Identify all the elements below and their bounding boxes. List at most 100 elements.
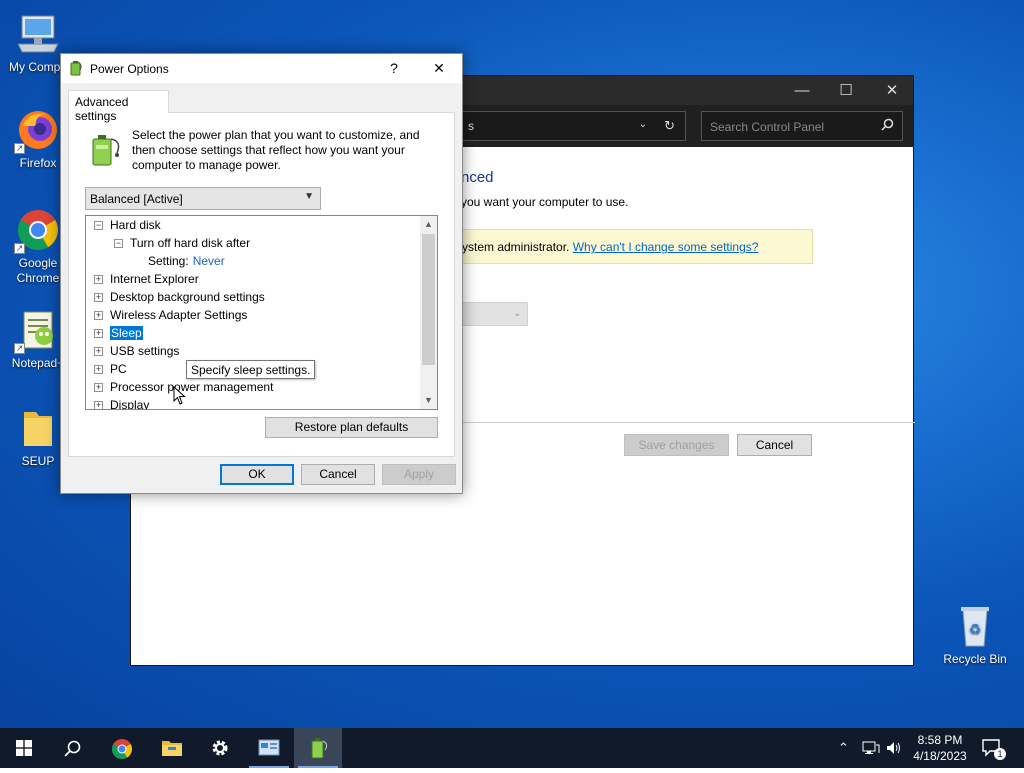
scrollbar-thumb[interactable] xyxy=(422,234,435,365)
tree-item-label: Sleep xyxy=(110,326,143,340)
search-button[interactable] xyxy=(48,728,96,768)
help-button[interactable]: ? xyxy=(372,54,416,83)
power-options-icon xyxy=(311,738,328,759)
sleep-tooltip: Specify sleep settings. xyxy=(186,360,316,379)
recycle-bin-icon: ♻ xyxy=(951,602,999,650)
tree-item-display[interactable]: + Display xyxy=(94,396,149,409)
info-text: ystem administrator. xyxy=(462,240,573,254)
computer-icon xyxy=(14,10,62,58)
volume-icon[interactable] xyxy=(886,728,902,768)
tree-item-turn-off-hard-disk[interactable]: − Turn off hard disk after xyxy=(114,234,250,252)
show-hidden-icons-chevron-icon[interactable]: ⌃ xyxy=(838,728,849,768)
maximize-button[interactable]: ☐ xyxy=(823,76,869,105)
dialog-title: Power Options xyxy=(90,62,169,76)
search-input[interactable]: Search Control Panel xyxy=(701,111,903,141)
desktop-icon-label: SEUP xyxy=(21,454,55,468)
tree-item-desktop-background[interactable]: + Desktop background settings xyxy=(94,288,265,306)
taskbar-power-options[interactable] xyxy=(294,728,342,768)
tree-scrollbar[interactable]: ▲ ▼ xyxy=(420,216,437,409)
tree-item-setting[interactable]: Setting: Never xyxy=(148,252,225,270)
control-panel-icon xyxy=(258,739,280,756)
collapse-icon[interactable]: − xyxy=(114,239,123,248)
apply-button[interactable]: Apply xyxy=(382,464,456,485)
desktop-icon-label: Firefox xyxy=(19,156,57,170)
desktop-icon-label: Notepad+ xyxy=(11,356,65,370)
plan-select-value: Balanced [Active] xyxy=(90,192,183,206)
chevron-down-icon: ▼ xyxy=(304,191,314,202)
plan-description: Select the power plan that you want to c… xyxy=(132,128,420,172)
cancel-button[interactable]: Cancel xyxy=(301,464,375,485)
close-button[interactable]: ✕ xyxy=(869,76,915,105)
settings-icon xyxy=(212,740,228,756)
power-options-dialog[interactable]: Power Options ? ✕ Advanced settings Sele… xyxy=(60,53,463,494)
scroll-up-icon[interactable]: ▲ xyxy=(420,216,437,233)
search-icon xyxy=(881,118,894,134)
expand-icon[interactable]: + xyxy=(94,383,103,392)
expand-icon[interactable]: + xyxy=(94,311,103,320)
tree-item-pci-express[interactable]: + PC xyxy=(94,360,127,378)
tree-item-label: Wireless Adapter Settings xyxy=(110,308,248,322)
collapse-icon[interactable]: − xyxy=(94,221,103,230)
address-field[interactable]: s ⌄ ↻ xyxy=(461,111,686,141)
tree-item-label: Processor power management xyxy=(110,380,274,394)
why-cant-change-link[interactable]: Why can't I change some settings? xyxy=(573,240,759,254)
expand-icon[interactable]: + xyxy=(94,401,103,409)
minimize-button[interactable]: — xyxy=(779,76,825,105)
advanced-settings-panel: Select the power plan that you want to c… xyxy=(68,112,455,457)
refresh-icon[interactable]: ↻ xyxy=(664,118,675,134)
firefox-icon: ↗ xyxy=(14,106,62,154)
settings-tree[interactable]: − Hard disk − Turn off hard disk after Set… xyxy=(85,215,438,410)
chrome-icon xyxy=(112,739,132,759)
desktop: My Compu ↗ Firefox ↗ Google Chrome ↗ Not… xyxy=(0,0,1024,728)
expand-icon[interactable]: + xyxy=(94,365,103,374)
cancel-button[interactable]: Cancel xyxy=(737,434,812,456)
mouse-cursor-icon xyxy=(173,386,186,405)
close-button[interactable]: ✕ xyxy=(417,54,461,83)
plan-dropdown-disabled: ⌄ xyxy=(461,302,528,326)
start-button[interactable] xyxy=(0,728,48,768)
expand-icon[interactable]: + xyxy=(94,329,103,338)
tree-item-sleep[interactable]: + Sleep xyxy=(94,324,143,342)
desktop-icon-recycle-bin[interactable]: ♻ Recycle Bin xyxy=(937,602,1013,667)
save-changes-button[interactable]: Save changes xyxy=(624,434,729,456)
setting-value-link[interactable]: Never xyxy=(193,254,225,268)
svg-text:♻: ♻ xyxy=(969,622,982,638)
tree-item-label: Desktop background settings xyxy=(110,290,265,304)
chevron-down-icon[interactable]: ⌄ xyxy=(639,119,647,130)
taskbar-control-panel[interactable] xyxy=(245,728,293,768)
restore-plan-defaults-button[interactable]: Restore plan defaults xyxy=(265,417,438,438)
expand-icon[interactable]: + xyxy=(94,275,103,284)
clock-date: 4/18/2023 xyxy=(913,749,967,763)
search-icon xyxy=(63,740,80,757)
start-icon xyxy=(16,740,32,756)
tree-item-label: PC xyxy=(110,362,127,376)
notifications-button[interactable]: 1 xyxy=(982,728,1006,768)
power-plan-select[interactable]: Balanced [Active] ▼ xyxy=(85,187,321,210)
shortcut-arrow-icon: ↗ xyxy=(14,143,25,154)
dialog-titlebar[interactable]: Power Options ? ✕ xyxy=(61,54,462,83)
tree-item-internet-explorer[interactable]: + Internet Explorer xyxy=(94,270,199,288)
file-explorer-icon xyxy=(162,741,182,756)
power-options-icon xyxy=(68,60,84,79)
chevron-down-icon: ⌄ xyxy=(513,308,521,318)
tree-item-wireless-adapter[interactable]: + Wireless Adapter Settings xyxy=(94,306,247,324)
taskbar-settings[interactable] xyxy=(196,728,244,768)
divider xyxy=(461,422,915,423)
shortcut-arrow-icon: ↗ xyxy=(14,243,25,254)
page-title: nced xyxy=(461,169,494,186)
tree-item-label: Hard disk xyxy=(110,218,161,232)
taskbar-file-explorer[interactable] xyxy=(148,728,196,768)
system-clock[interactable]: 8:58 PM 4/18/2023 xyxy=(905,732,975,764)
scroll-down-icon[interactable]: ▼ xyxy=(420,392,437,409)
folder-icon xyxy=(14,404,62,452)
tree-item-usb-settings[interactable]: + USB settings xyxy=(94,342,179,360)
clock-time: 8:58 PM xyxy=(917,733,963,747)
network-icon[interactable] xyxy=(862,728,880,768)
tree-item-label: USB settings xyxy=(110,344,180,358)
tree-item-hard-disk[interactable]: − Hard disk xyxy=(94,216,161,234)
taskbar-chrome[interactable] xyxy=(98,728,146,768)
expand-icon[interactable]: + xyxy=(94,347,103,356)
expand-icon[interactable]: + xyxy=(94,293,103,302)
ok-button[interactable]: OK xyxy=(220,464,294,485)
tab-advanced-settings[interactable]: Advanced settings xyxy=(68,90,169,123)
